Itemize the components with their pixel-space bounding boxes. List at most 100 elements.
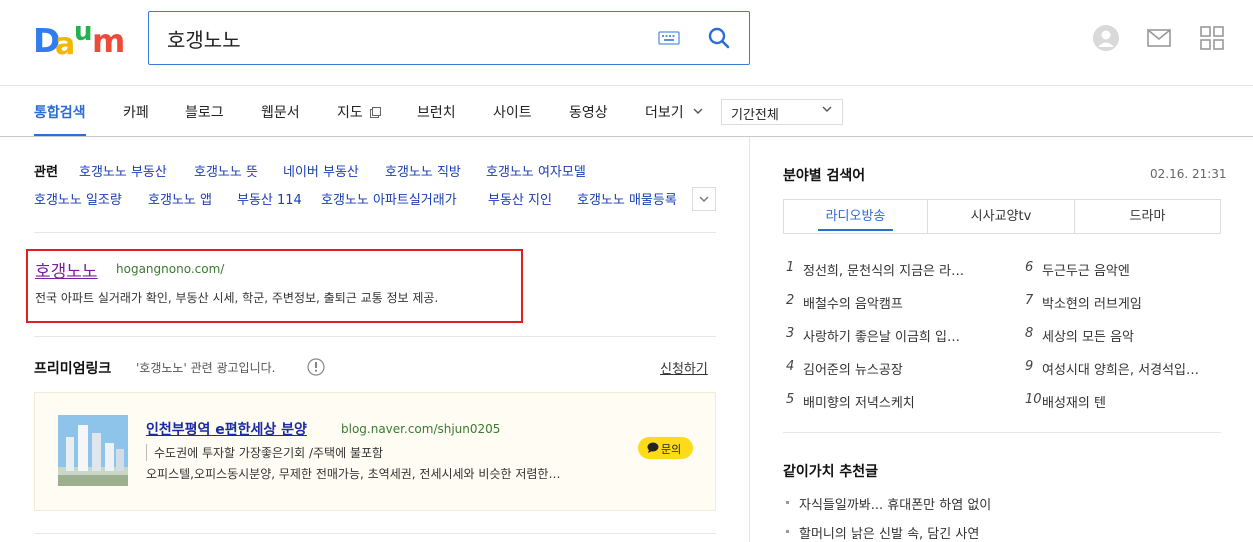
tab-more-label: 더보기 [645,105,684,121]
related-link[interactable]: 호갱노노 뜻 [194,161,258,180]
rank-number: 2 [786,293,795,308]
tab-brunch[interactable]: 브런치 [417,102,456,122]
search-result-highlighted: 호갱노노 hogangnono.com/ 전국 아파트 실거래가 확인, 부동산… [26,249,523,323]
inquiry-label: 문의 [661,443,682,456]
rank-text: 박소현의 러브게임 [1042,297,1142,312]
divider [34,232,716,233]
tab-more[interactable]: 더보기 [645,102,703,122]
rank-number: 9 [1025,359,1034,374]
search-icon[interactable] [705,24,733,52]
tab-radio[interactable]: 라디오방송 [784,200,928,233]
related-link[interactable]: 부동산 114 [237,189,302,208]
related-expand-button[interactable] [692,187,716,211]
bullet [786,530,789,533]
tab-webdoc[interactable]: 웹문서 [261,102,300,122]
app-grid-icon[interactable] [1198,24,1226,52]
premium-link-note: '호갱노노' 관련 광고입니다. [136,361,276,375]
related-link[interactable]: 호갱노노 매물등록 [577,189,684,208]
bullet [786,501,789,504]
svg-text:a: a [55,27,75,60]
tab-total[interactable]: 통합검색 [34,102,86,122]
ad-description: 오피스텔,오피스동시분양, 무제한 전매가능, 초역세권, 전세시세와 비슷한 … [146,467,561,481]
chevron-down-icon [693,108,703,114]
rank-text: 배성재의 텐 [1042,396,1106,411]
svg-text:m: m [92,22,125,60]
recommend-text: 할머니의 낡은 신발 속, 담긴 사연 [799,527,980,542]
premium-link-title: 프리미엄링크 [34,361,112,377]
tab-drama[interactable]: 드라마 [1075,200,1220,233]
rank-number: 5 [786,392,795,407]
recommend-text: 자식들일까봐... 휴대폰만 하염 없이 [799,498,992,513]
search-tabs: 통합검색 카페 블로그 웹문서 지도 브런치 사이트 동영상 더보기 기간전체 [0,86,1253,137]
related-link[interactable]: 호갱노노 직방 [385,161,461,180]
result-description: 전국 아파트 실거래가 확인, 부동산 시세, 학군, 주변정보, 출퇴근 교통… [35,291,439,305]
tab-blog[interactable]: 블로그 [185,102,224,122]
tab-radio-label: 라디오방송 [825,209,886,224]
rank-number: 6 [1025,260,1034,275]
period-select-value: 기간전체 [731,108,779,123]
ad-subtitle: 수도권에 투자할 가장좋은기회 /주택에 불포함 [146,444,383,461]
tab-site[interactable]: 사이트 [493,102,532,122]
recommend-title: 같이가치 추천글 [783,464,879,480]
active-tab-indicator [34,134,86,136]
ad-url[interactable]: blog.naver.com/shjun0205 [341,422,500,436]
rank-number: 1 [786,260,795,275]
inquiry-button[interactable]: 문의 [638,437,693,459]
daum-logo[interactable]: D a u m [33,20,128,60]
tab-video[interactable]: 동영상 [569,102,608,122]
header: D a u m [0,0,1253,86]
related-link[interactable]: 호갱노노 부동산 [79,161,167,180]
related-link[interactable]: 호갱노노 앱 [148,189,212,208]
rank-number: 4 [786,359,795,374]
category-tabs: 라디오방송 시사교양tv 드라마 [783,199,1221,234]
svg-text:u: u [74,20,93,47]
tab-current-affairs[interactable]: 시사교양tv [928,200,1075,233]
related-heading: 관련 [34,165,58,180]
active-tab-indicator [818,229,893,231]
rank-text: 여성시대 양희은, 서경석입… [1042,363,1199,378]
search-box [148,11,750,65]
premium-ad: 인천부평역 e편한세상 분양 blog.naver.com/shjun0205 … [34,392,716,511]
divider [783,432,1221,433]
related-link[interactable]: 호갱노노 아파트실거래가 [321,189,457,208]
rank-text: 김어준의 뉴스공장 [803,363,903,378]
divider [34,336,716,337]
search-input[interactable] [167,24,647,52]
tab-map[interactable]: 지도 [337,102,382,122]
chat-bubble-icon [647,442,659,453]
tab-current-affairs-label: 시사교양tv [970,209,1032,224]
rank-text: 배철수의 음악캠프 [803,297,903,312]
rank-text: 배미향의 저녁스케치 [803,396,915,411]
rank-text: 두근두근 음악엔 [1042,264,1130,279]
related-link[interactable]: 호갱노노 일조량 [34,189,122,208]
rank-text: 사랑하기 좋은날 이금희 입… [803,330,960,345]
tab-map-label: 지도 [337,105,363,121]
keyboard-icon[interactable] [658,30,680,46]
category-search-title: 분야별 검색어 [783,168,866,184]
profile-icon[interactable] [1092,24,1120,52]
period-select[interactable]: 기간전체 [721,99,843,125]
related-link[interactable]: 네이버 부동산 [283,161,359,180]
rank-number: 7 [1025,293,1034,308]
rank-number: 3 [786,326,795,341]
ad-title-link[interactable]: 인천부평역 e편한세상 분양 [146,419,307,439]
rank-text: 세상의 모든 음악 [1042,330,1134,345]
update-time: 02.16. 21:31 [1150,167,1227,181]
mail-icon[interactable] [1145,24,1173,52]
related-link[interactable]: 부동산 지인 [488,189,552,208]
info-icon[interactable] [307,358,325,376]
chevron-down-icon [699,196,709,202]
rank-number: 10 [1025,392,1042,407]
popup-window-icon [370,107,382,118]
tab-cafe[interactable]: 카페 [123,102,149,122]
divider [34,533,716,534]
column-divider [749,137,750,542]
rank-number: 8 [1025,326,1034,341]
result-title-link[interactable]: 호갱노노 [35,257,98,282]
chevron-down-icon [822,106,832,112]
apply-ad-link[interactable]: 신청하기 [660,358,708,377]
ad-thumbnail[interactable] [58,415,128,486]
related-link[interactable]: 호갱노노 여자모델 [486,161,586,180]
result-url[interactable]: hogangnono.com/ [116,262,224,276]
tab-drama-label: 드라마 [1129,209,1166,224]
